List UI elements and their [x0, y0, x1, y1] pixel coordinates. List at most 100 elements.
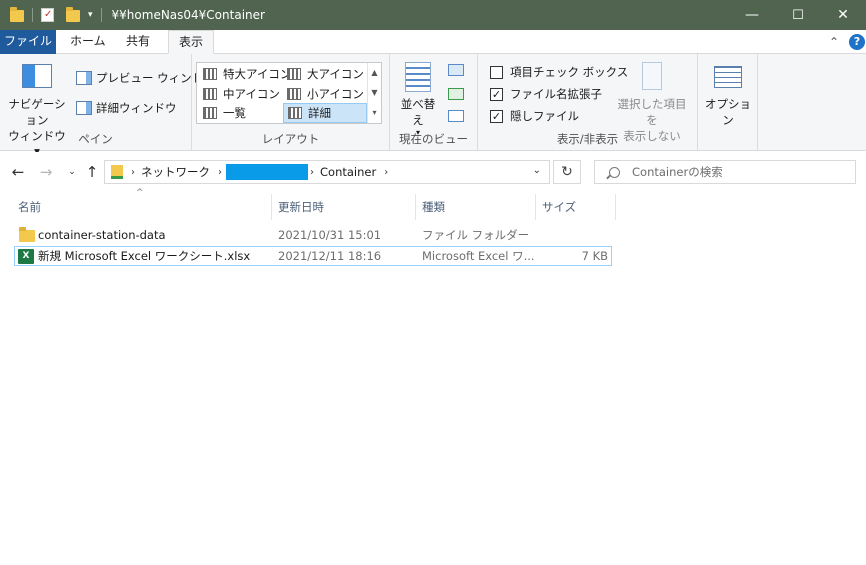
size-columns-icon[interactable]	[448, 110, 464, 122]
forward-button[interactable]: →	[36, 162, 56, 182]
add-columns-icon[interactable]	[448, 88, 464, 100]
chevron-right-icon[interactable]: ›	[384, 167, 388, 178]
group-show-hide: 項目チェック ボックス ✓ ファイル名拡張子 ✓ 隠しファイル 選択した項目を …	[478, 54, 698, 151]
chevron-right-icon[interactable]: ›	[310, 167, 314, 178]
layout-label: 詳細	[308, 106, 331, 120]
maximize-button[interactable]: ☐	[775, 0, 821, 30]
layout-label: 特大アイコン	[223, 67, 292, 81]
help-icon[interactable]: ?	[849, 34, 865, 50]
group-current-view: 並べ替え ▾ 現在のビュー	[390, 54, 478, 151]
medium-icons-icon	[203, 88, 217, 100]
search-box[interactable]: Containerの検索	[594, 160, 856, 184]
preview-pane-icon	[76, 71, 92, 85]
customize-quick-access-icon[interactable]: ▾	[88, 10, 93, 20]
options-label: オプション	[705, 97, 751, 127]
folder-icon	[10, 7, 24, 22]
search-input[interactable]: Containerの検索	[632, 164, 723, 180]
list-icon	[203, 107, 217, 119]
group-pane-label: ペイン	[78, 132, 113, 146]
hidden-files-checkbox[interactable]: ✓	[490, 109, 503, 123]
file-row-folder[interactable]: container-station-data 2021/10/31 15:01 …	[14, 226, 612, 246]
column-headers: ^ 名前 更新日時 種類 サイズ	[0, 188, 866, 220]
scroll-up-icon[interactable]: ▲	[368, 63, 381, 83]
folder-icon	[19, 227, 35, 242]
network-icon	[111, 165, 123, 179]
tab-view[interactable]: 表示	[168, 30, 215, 54]
group-current-view-label: 現在のビュー	[399, 132, 468, 146]
window-title: ¥¥homeNas04¥Container	[111, 8, 265, 22]
file-row-excel[interactable]: X 新規 Microsoft Excel ワークシート.xlsx 2021/12…	[14, 246, 612, 266]
large-icons-icon	[287, 68, 301, 80]
close-button[interactable]: ✕	[820, 0, 866, 30]
quick-access-separator	[32, 8, 33, 22]
file-size	[536, 226, 608, 246]
file-name: container-station-data	[38, 228, 166, 242]
item-checkbox-option[interactable]: 項目チェック ボックス	[490, 64, 628, 80]
group-options: オプション	[698, 54, 758, 151]
title-separator	[100, 8, 102, 22]
tab-file[interactable]: ファイル	[0, 30, 56, 54]
layout-label: 中アイコン	[223, 87, 280, 101]
address-dropdown-icon[interactable]: ⌄	[533, 165, 541, 176]
collapse-ribbon-icon[interactable]: ⌃	[826, 34, 842, 50]
up-button[interactable]: ↑	[82, 162, 102, 182]
layout-label: 一覧	[223, 106, 246, 120]
back-button[interactable]: ←	[8, 162, 28, 182]
breadcrumb-container[interactable]: Container	[320, 165, 376, 179]
group-by-icon[interactable]	[448, 64, 464, 76]
search-icon	[609, 166, 620, 178]
excel-file-icon: X	[18, 249, 34, 264]
file-type: Microsoft Excel ワ...	[422, 249, 535, 263]
ribbon: ナビゲーション ウィンドウ ▾ プレビュー ウィンドウ 詳細ウィンドウ ペイン …	[0, 54, 866, 158]
sort-label: 並べ替え	[400, 97, 436, 127]
tab-home[interactable]: ホーム	[60, 30, 116, 54]
more-icon[interactable]: ▾	[368, 103, 381, 123]
chevron-right-icon[interactable]: ›	[218, 167, 222, 178]
layout-large-icons[interactable]: 大アイコン	[283, 64, 368, 84]
extensions-checkbox[interactable]: ✓	[490, 87, 503, 101]
properties-icon[interactable]: ✓	[41, 8, 54, 22]
layout-medium-icons[interactable]: 中アイコン	[199, 84, 284, 104]
navigation-pane-icon	[22, 64, 52, 88]
navigation-pane-label-1: ナビゲーション	[8, 97, 66, 127]
breadcrumb-network[interactable]: ネットワーク	[141, 164, 210, 180]
scroll-down-icon[interactable]: ▼	[368, 83, 381, 103]
file-name: 新規 Microsoft Excel ワークシート.xlsx	[38, 249, 251, 263]
navigation-bar: ← → ⌄ ↑ › ネットワーク › › Container › ⌄ ↻ Con…	[0, 152, 866, 192]
layout-details[interactable]: 詳細	[283, 103, 367, 123]
column-size[interactable]: サイズ	[536, 194, 616, 220]
layout-extra-large-icons[interactable]: 特大アイコン	[199, 64, 295, 84]
layout-small-icons[interactable]: 小アイコン	[283, 84, 368, 104]
layout-scroll[interactable]: ▲ ▼ ▾	[367, 63, 381, 123]
details-pane-button[interactable]: 詳細ウィンドウ	[76, 100, 177, 116]
new-folder-icon[interactable]	[66, 7, 80, 22]
minimize-button[interactable]: —	[729, 0, 775, 30]
refresh-button[interactable]: ↻	[553, 160, 581, 184]
details-icon	[288, 107, 302, 119]
item-checkbox-label: 項目チェック ボックス	[510, 65, 629, 79]
recent-locations-icon[interactable]: ⌄	[62, 162, 82, 182]
group-layout-label: レイアウト	[261, 132, 320, 146]
small-icons-icon	[287, 88, 301, 100]
extensions-label: ファイル名拡張子	[510, 87, 602, 101]
file-type: ファイル フォルダー	[422, 228, 530, 242]
column-type[interactable]: 種類	[416, 194, 536, 220]
hide-selected-icon	[642, 62, 662, 90]
file-modified: 2021/10/31 15:01	[278, 228, 382, 242]
hide-selected-label-1: 選択した項目を	[617, 97, 687, 127]
column-modified[interactable]: 更新日時	[272, 194, 416, 220]
address-bar[interactable]: › ネットワーク › › Container › ⌄	[104, 160, 550, 184]
sort-button[interactable]: 並べ替え ▾	[398, 62, 438, 137]
group-pane: ナビゲーション ウィンドウ ▾ プレビュー ウィンドウ 詳細ウィンドウ ペイン	[0, 54, 215, 158]
column-name[interactable]: 名前	[12, 194, 272, 220]
details-pane-icon	[76, 101, 92, 115]
options-button[interactable]: オプション	[700, 66, 756, 128]
hidden-files-option[interactable]: ✓ 隠しファイル	[490, 108, 579, 124]
layout-label: 大アイコン	[307, 67, 364, 81]
sort-icon	[405, 62, 431, 92]
chevron-right-icon[interactable]: ›	[131, 167, 135, 178]
layout-list[interactable]: 一覧	[199, 103, 250, 123]
extensions-option[interactable]: ✓ ファイル名拡張子	[490, 86, 602, 102]
tab-share[interactable]: 共有	[116, 30, 160, 54]
item-checkbox-box[interactable]	[490, 65, 503, 79]
